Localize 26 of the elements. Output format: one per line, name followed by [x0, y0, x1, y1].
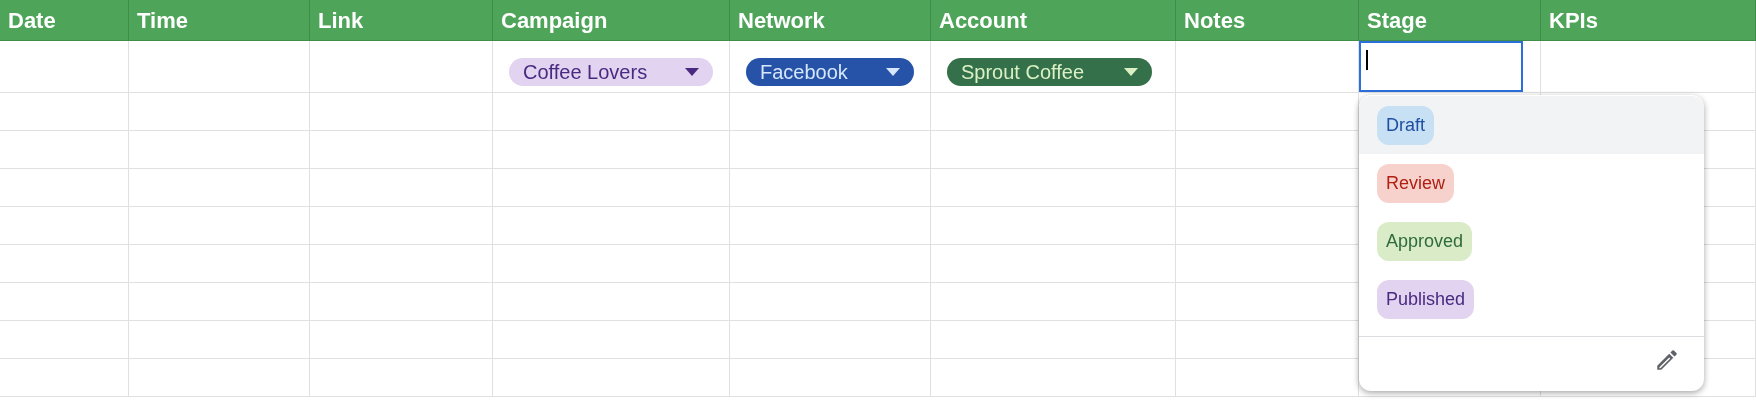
column-header: Campaign [501, 6, 608, 35]
stage-chip: Approved [1377, 221, 1473, 261]
caret-icon [1124, 68, 1138, 76]
caret-icon [685, 68, 699, 76]
text-cursor [1366, 50, 1368, 70]
dropdown-option[interactable]: Published [1359, 270, 1704, 328]
dropdown-chip[interactable]: Sprout Coffee [947, 58, 1152, 86]
stage-chip: Published [1377, 279, 1475, 319]
column-header: Network [738, 6, 825, 35]
column-header: Time [137, 6, 188, 35]
active-cell[interactable] [1359, 41, 1523, 92]
column-header: Account [939, 6, 1027, 35]
dropdown-option[interactable]: Approved [1359, 212, 1704, 270]
edit-icon[interactable] [1654, 347, 1680, 373]
column-header: Date [8, 6, 56, 35]
column-header: Stage [1367, 6, 1427, 35]
caret-icon [886, 68, 900, 76]
dropdown-chip[interactable]: Facebook [746, 58, 914, 86]
dropdown-option[interactable]: Review [1359, 154, 1704, 212]
dropdown-chip[interactable]: Coffee Lovers [509, 58, 713, 86]
column-header: Notes [1184, 6, 1246, 35]
stage-chip: Draft [1377, 105, 1434, 145]
stage-chip: Review [1377, 163, 1455, 203]
column-header: Link [318, 6, 364, 35]
column-header: KPIs [1549, 6, 1598, 35]
dropdown-option[interactable]: Draft [1359, 96, 1704, 154]
